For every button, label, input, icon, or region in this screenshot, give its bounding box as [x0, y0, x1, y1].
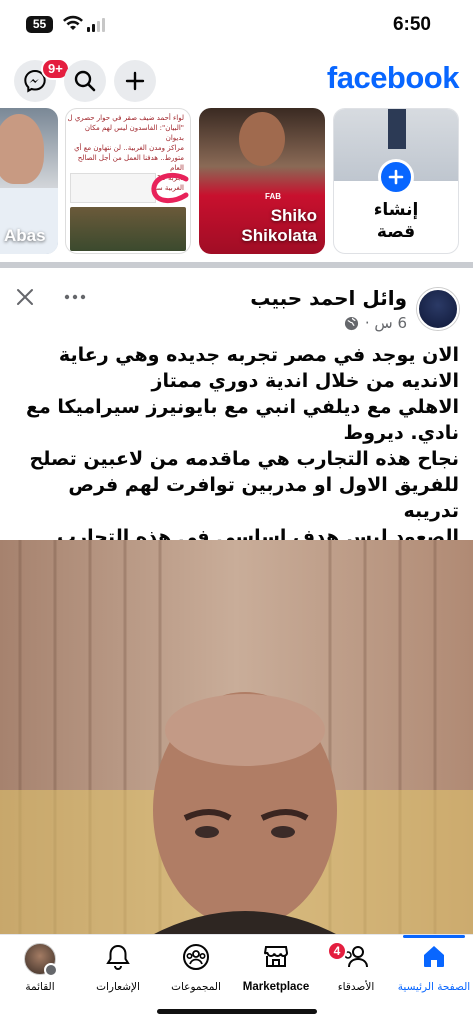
story-author: Abas — [4, 226, 46, 245]
author-avatar[interactable] — [417, 288, 459, 330]
tab-label: المجموعات — [171, 981, 221, 993]
stories-tray: Abas لواء أحمد ضيف صقر في حوار حصري ل "ا… — [0, 108, 473, 258]
wifi-icon — [63, 15, 83, 30]
bottom-navigation: الصفحة الرئيسية 4 الأصدقاء Marketplace ا… — [0, 934, 473, 1006]
tab-home[interactable]: الصفحة الرئيسية — [395, 935, 473, 1007]
battery-indicator: 55 — [26, 16, 53, 33]
story-person — [0, 114, 44, 184]
tab-label: القائمة — [25, 981, 55, 993]
story-person — [239, 112, 285, 166]
menu-overlay-icon — [44, 963, 58, 977]
marketplace-icon — [263, 946, 289, 967]
create-story-label: إنشاء قصة — [373, 200, 419, 242]
tab-notifications[interactable]: الإشعارات — [79, 935, 157, 1007]
plus-icon — [125, 71, 145, 91]
status-bar: 55 6:50 — [0, 0, 473, 50]
story-card[interactable]: Abas — [0, 108, 58, 254]
close-icon[interactable] — [16, 288, 34, 306]
red-arrow-mark — [151, 173, 189, 203]
create-button[interactable] — [114, 60, 156, 102]
search-button[interactable] — [64, 60, 106, 102]
plus-icon — [388, 169, 404, 185]
more-options-icon[interactable] — [64, 294, 86, 300]
story-author: Shiko Shikolata — [241, 206, 317, 245]
tab-label: الأصدقاء — [337, 981, 375, 993]
bell-icon — [106, 944, 130, 970]
tab-friends[interactable]: 4 الأصدقاء — [317, 935, 395, 1007]
groups-icon — [183, 944, 209, 970]
tab-label: الصفحة الرئيسية — [397, 981, 471, 993]
post-photo-image — [0, 540, 473, 936]
tab-label: Marketplace — [242, 981, 310, 993]
news-photo — [70, 207, 186, 251]
story-card-news[interactable]: لواء أحمد ضيف صقر في حوار حصري ل "البيان… — [65, 108, 191, 254]
messenger-button[interactable]: 9+ — [14, 58, 70, 102]
profile-avatar-icon — [24, 943, 58, 977]
tab-marketplace[interactable]: Marketplace — [235, 935, 317, 1007]
friends-badge: 4 — [327, 941, 347, 961]
tab-menu[interactable]: القائمة — [1, 935, 79, 1007]
feed-divider — [0, 262, 473, 268]
post-author[interactable]: وائل احمد حبيب — [250, 286, 407, 310]
tab-label: الإشعارات — [96, 981, 140, 993]
post-photo[interactable] — [0, 540, 473, 936]
search-icon — [74, 70, 96, 92]
home-indicator — [156, 1009, 317, 1014]
news-social-box — [70, 173, 156, 203]
cellular-signal-icon — [87, 17, 105, 32]
add-story-button[interactable] — [378, 159, 414, 195]
story-card[interactable]: FAB Shiko Shikolata — [199, 108, 325, 254]
home-icon — [424, 946, 444, 967]
create-story-card[interactable]: إنشاء قصة — [333, 108, 459, 254]
facebook-logo[interactable]: facebook — [327, 60, 460, 96]
top-app-bar: 9+ facebook — [0, 56, 473, 106]
tab-groups[interactable]: المجموعات — [157, 935, 235, 1007]
status-time: 6:50 — [392, 14, 431, 35]
globe-icon — [344, 316, 358, 330]
post-meta: 6 س · — [344, 314, 407, 332]
post-time[interactable]: 6 س · — [365, 314, 407, 332]
